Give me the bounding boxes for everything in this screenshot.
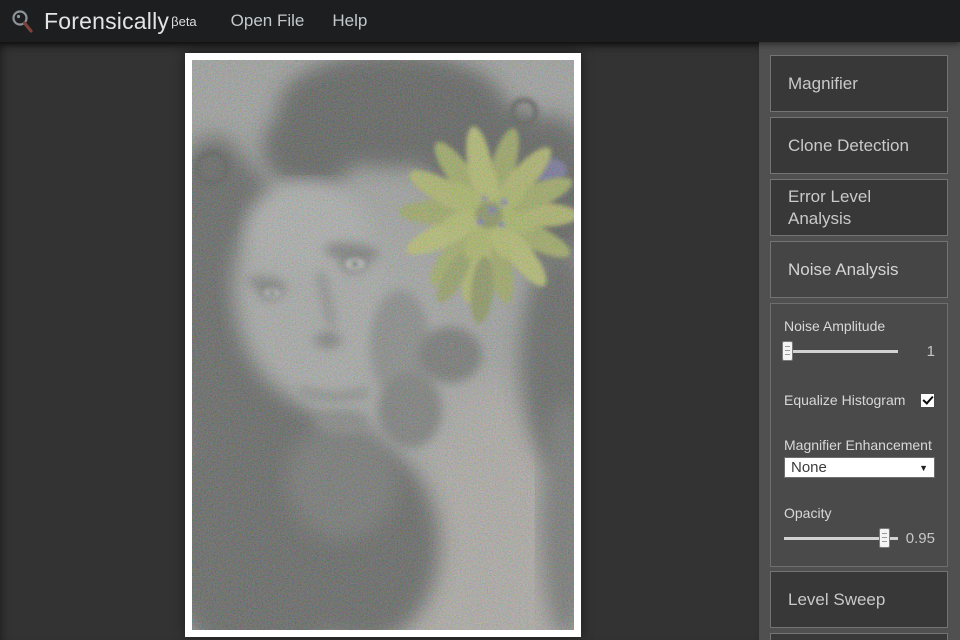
selected-option: None <box>791 459 827 476</box>
top-bar: Forensically βeta Open File Help <box>0 0 960 42</box>
tool-button-noise-analysis[interactable]: Noise Analysis <box>770 241 948 298</box>
top-menu: Open File Help <box>231 11 368 31</box>
app-logo: Forensically βeta <box>8 7 197 35</box>
menu-open-file[interactable]: Open File <box>231 11 305 31</box>
slider-track[interactable] <box>784 350 898 353</box>
tool-button-clone-detection[interactable]: Clone Detection <box>770 117 948 174</box>
equalize-histogram-label: Equalize Histogram <box>784 392 906 408</box>
tool-label: Error Level Analysis <box>788 187 872 228</box>
tool-label: Magnifier <box>788 73 858 93</box>
menu-help[interactable]: Help <box>332 11 367 31</box>
noise-analysis-panel: Noise Amplitude 1 Equalize Histogram Mag… <box>770 303 948 567</box>
noise-analysis-image <box>192 60 574 630</box>
tool-button-luminance-gradient[interactable]: Luminance Gradient <box>770 633 948 640</box>
opacity-value: 0.95 <box>905 529 935 547</box>
noise-amplitude-label: Noise Amplitude <box>784 318 886 334</box>
magnifier-enhancement-select[interactable]: None ▼ <box>784 457 935 478</box>
noise-amplitude-slider-handle[interactable] <box>782 341 794 361</box>
image-canvas[interactable] <box>0 42 759 640</box>
equalize-histogram-checkbox[interactable] <box>920 392 935 408</box>
opacity-slider-handle[interactable] <box>879 528 891 548</box>
noise-amplitude-slider[interactable] <box>782 341 898 361</box>
opacity-label: Opacity <box>784 505 832 521</box>
tool-label: Clone Detection <box>788 135 909 155</box>
tool-label: Noise Analysis <box>788 259 899 279</box>
dropdown-caret-icon: ▼ <box>919 462 928 473</box>
noise-amplitude-value: 1 <box>926 342 935 360</box>
tool-button-level-sweep[interactable]: Level Sweep <box>770 571 948 628</box>
tool-button-error-level-analysis[interactable]: Error Level Analysis <box>770 179 948 236</box>
magnifier-enhancement-label: Magnifier Enhancement <box>784 437 932 453</box>
tool-sidebar: Magnifier Clone Detection Error Level An… <box>759 42 960 640</box>
opacity-slider[interactable] <box>784 528 898 548</box>
magnifier-logo-icon <box>12 10 33 33</box>
analyzed-photo[interactable] <box>185 53 581 637</box>
tool-label: Level Sweep <box>788 589 886 609</box>
tool-button-magnifier[interactable]: Magnifier <box>770 55 948 112</box>
app-title: Forensically <box>44 7 170 34</box>
app-title-beta: βeta <box>171 13 197 29</box>
